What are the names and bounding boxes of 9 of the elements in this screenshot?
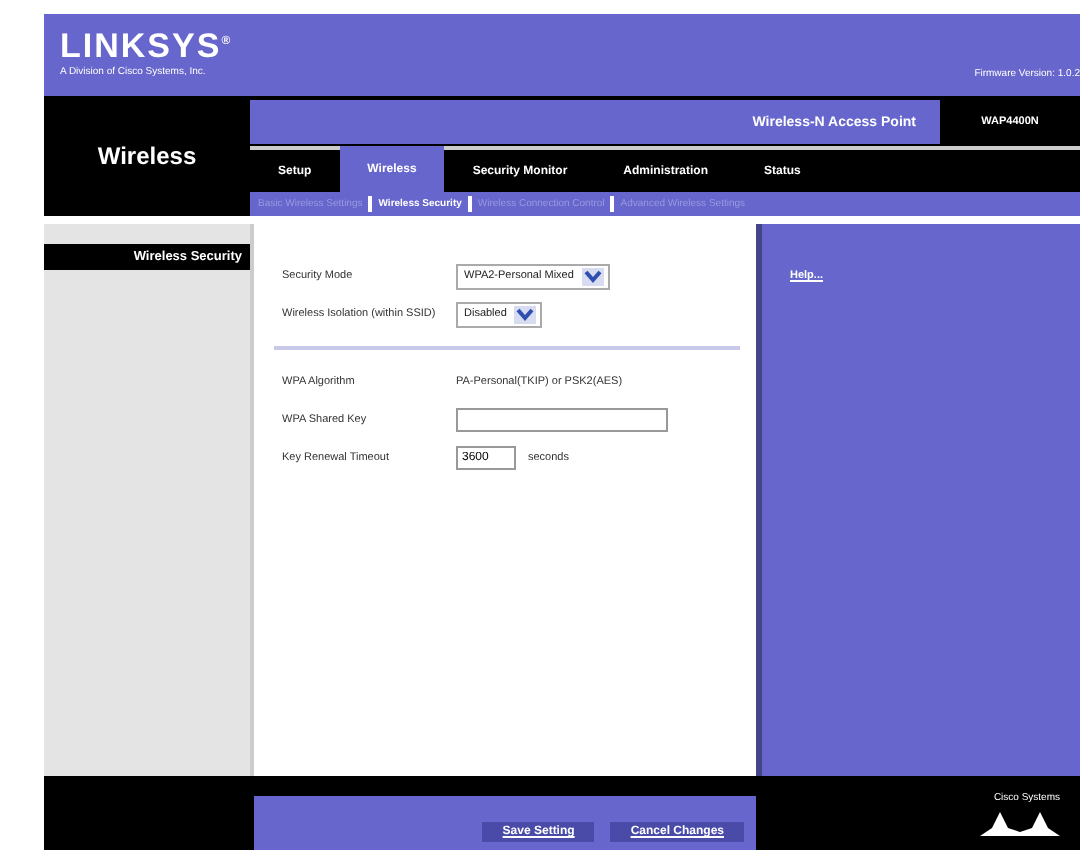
dropdown-arrow-icon — [581, 267, 604, 285]
separator — [610, 196, 615, 212]
text-field[interactable] — [456, 408, 668, 432]
section-title: Wireless — [95, 140, 199, 174]
separator — [467, 196, 472, 212]
separator — [368, 196, 373, 212]
dropdown-arrow-icon — [514, 305, 537, 323]
bridge-icon — [980, 807, 1060, 835]
logo-text: LINKSYS$^{®}$ — [60, 25, 233, 66]
